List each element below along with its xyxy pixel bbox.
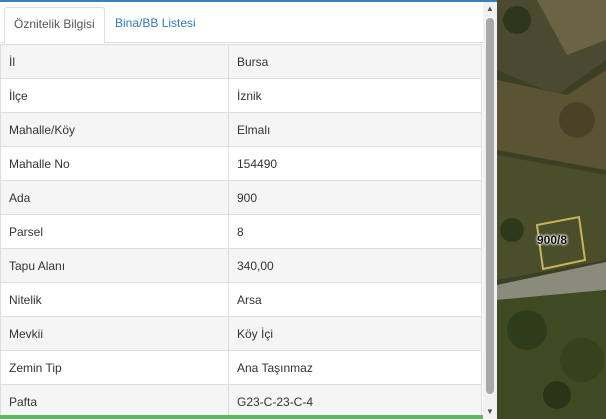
- scroll-down-icon[interactable]: ▼: [483, 405, 497, 419]
- attribute-table-container[interactable]: İl Bursa İlçe İznik Mahalle/Köy Elmalı M…: [0, 44, 483, 416]
- table-row: Pafta G23-C-23-C-4: [0, 384, 482, 416]
- scrollbar-thumb[interactable]: [486, 18, 494, 394]
- attribute-value: 900: [228, 180, 482, 215]
- table-row: İlçe İznik: [0, 78, 482, 113]
- attribute-value: Ana Taşınmaz: [228, 350, 482, 385]
- table-row: Ada 900: [0, 180, 482, 215]
- attribute-value: İznik: [228, 78, 482, 113]
- attribute-key: İl: [0, 44, 229, 79]
- table-row: Nitelik Arsa: [0, 282, 482, 317]
- status-bar: [0, 415, 483, 419]
- attribute-table: İl Bursa İlçe İznik Mahalle/Köy Elmalı M…: [0, 44, 482, 416]
- satellite-imagery: [497, 0, 606, 419]
- attribute-key: Zemin Tip: [0, 350, 229, 385]
- tab-attribute-info[interactable]: Öznitelik Bilgisi: [4, 7, 105, 44]
- table-row: Parsel 8: [0, 214, 482, 249]
- attribute-value: Köy İçi: [228, 316, 482, 351]
- attribute-key: Ada: [0, 180, 229, 215]
- attribute-key: Mahalle No: [0, 146, 229, 181]
- table-row: Mevkii Köy İçi: [0, 316, 482, 351]
- attribute-value: Arsa: [228, 282, 482, 317]
- scroll-up-icon[interactable]: ▲: [483, 2, 497, 16]
- table-row: İl Bursa: [0, 44, 482, 79]
- attribute-key: Nitelik: [0, 282, 229, 317]
- vertical-scrollbar[interactable]: ▲ ▼: [483, 2, 497, 419]
- tab-building-list[interactable]: Bina/BB Listesi: [106, 7, 205, 43]
- table-row: Zemin Tip Ana Taşınmaz: [0, 350, 482, 385]
- table-row: Tapu Alanı 340,00: [0, 248, 482, 283]
- attribute-key: İlçe: [0, 78, 229, 113]
- tab-bar: Öznitelik Bilgisi Bina/BB Listesi: [0, 2, 483, 44]
- parcel-label: 900/8: [537, 233, 568, 247]
- attribute-key: Mahalle/Köy: [0, 112, 229, 147]
- attribute-value: Bursa: [228, 44, 482, 79]
- attribute-panel: Öznitelik Bilgisi Bina/BB Listesi İl Bur…: [0, 0, 497, 419]
- table-row: Mahalle No 154490: [0, 146, 482, 181]
- attribute-value: G23-C-23-C-4: [228, 384, 482, 416]
- attribute-value: 8: [228, 214, 482, 249]
- attribute-key: Tapu Alanı: [0, 248, 229, 283]
- attribute-value: Elmalı: [228, 112, 482, 147]
- attribute-key: Mevkii: [0, 316, 229, 351]
- attribute-key: Parsel: [0, 214, 229, 249]
- map-view[interactable]: 900/8: [497, 0, 606, 419]
- attribute-value: 154490: [228, 146, 482, 181]
- table-row: Mahalle/Köy Elmalı: [0, 112, 482, 147]
- attribute-key: Pafta: [0, 384, 229, 416]
- attribute-value: 340,00: [228, 248, 482, 283]
